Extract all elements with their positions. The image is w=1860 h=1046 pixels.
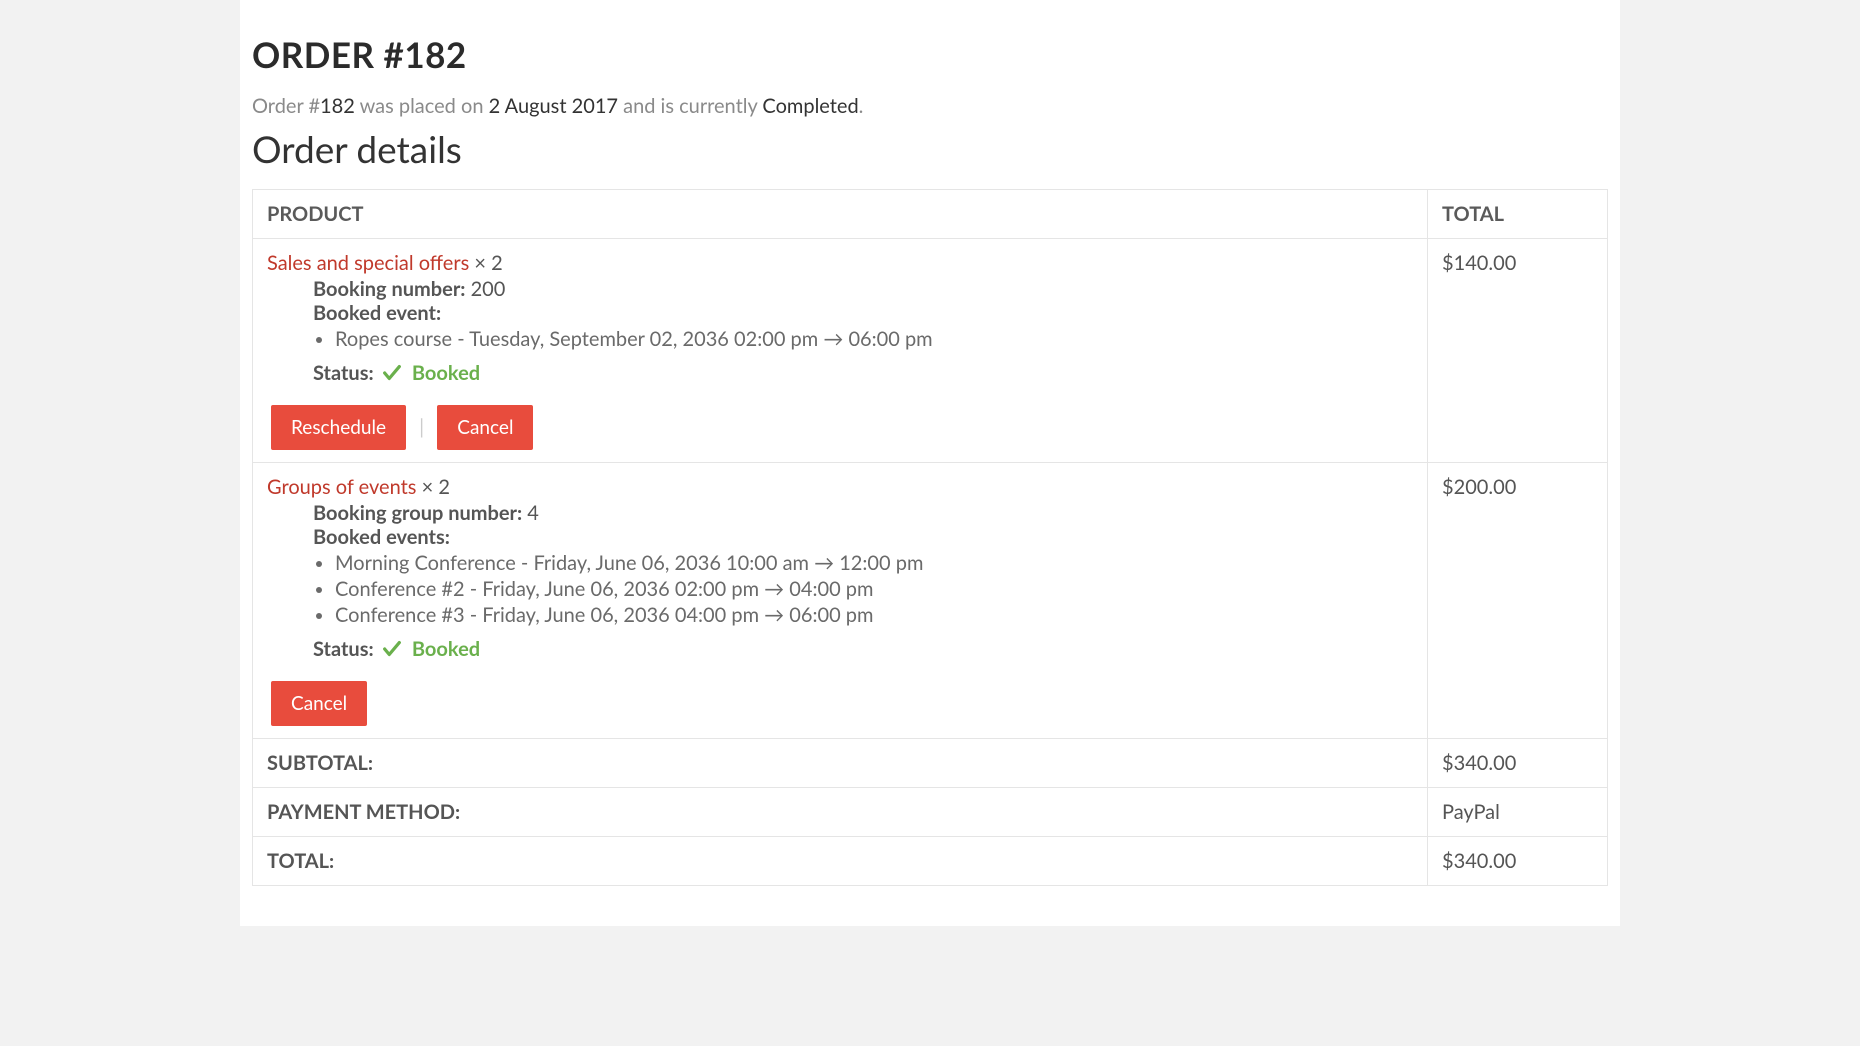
status-value: Booked [412,637,480,661]
payment-method-row: PAYMENT METHOD: PayPal [253,788,1608,837]
total-label: TOTAL: [253,837,1428,886]
order-summary: Order #182 was placed on 2 August 2017 a… [252,94,1608,118]
list-item: Ropes course - Tuesday, September 02, 20… [335,327,1413,351]
status-label: Status: [313,361,374,385]
reschedule-button[interactable]: Reschedule [271,405,406,450]
booking-details: Booking number: 200 Booked event: Ropes … [313,277,1413,385]
subtotal-value: $340.00 [1428,739,1608,788]
status-value: Booked [412,361,480,385]
total-value: $340.00 [1428,837,1608,886]
summary-mid2: and is currently [618,94,762,118]
qty-text: × 2 [469,251,502,275]
col-product: PRODUCT [253,190,1428,239]
total-row: TOTAL: $340.00 [253,837,1608,886]
product-link[interactable]: Sales and special offers [267,251,469,275]
qty-text: × 2 [416,475,449,499]
status-line: Status: Booked [313,361,1413,385]
summary-prefix: Order # [252,94,320,118]
order-number: 182 [320,94,355,118]
payment-method-value: PayPal [1428,788,1608,837]
order-status: Completed [762,94,858,118]
table-row: Groups of events × 2 Booking group numbe… [253,463,1608,739]
order-page: ORDER #182 Order #182 was placed on 2 Au… [240,0,1620,926]
product-cell: Groups of events × 2 Booking group numbe… [253,463,1428,739]
col-total: TOTAL [1428,190,1608,239]
status-label: Status: [313,637,374,661]
booking-details: Booking group number: 4 Booked events: M… [313,501,1413,661]
summary-mid1: was placed on [355,94,489,118]
summary-suffix: . [859,94,864,118]
booked-event-label: Booked event: [313,301,441,325]
cancel-button[interactable]: Cancel [271,681,367,726]
order-details-heading: Order details [252,126,1608,171]
booked-events-list: Morning Conference - Friday, June 06, 20… [335,551,1413,627]
cancel-button[interactable]: Cancel [437,405,533,450]
booking-group-number-label: Booking group number: [313,501,522,525]
payment-method-label: PAYMENT METHOD: [253,788,1428,837]
booked-events-label: Booked events: [313,525,450,549]
product-cell: Sales and special offers × 2 Booking num… [253,239,1428,463]
booking-number-label: Booking number: [313,277,465,301]
table-row: Sales and special offers × 2 Booking num… [253,239,1608,463]
line-amount: $140.00 [1442,251,1516,275]
order-date: 2 August 2017 [489,94,618,118]
amount-cell: $140.00 [1428,239,1608,463]
booking-number-value: 200 [471,277,506,301]
booking-group-number-value: 4 [527,501,539,525]
check-icon [381,638,403,660]
list-item: Conference #3 - Friday, June 06, 2036 04… [335,603,1413,627]
booked-events-list: Ropes course - Tuesday, September 02, 20… [335,327,1413,351]
action-buttons: Reschedule | Cancel [271,405,1413,450]
check-icon [381,362,403,384]
product-link[interactable]: Groups of events [267,475,416,499]
subtotal-label: SUBTOTAL: [253,739,1428,788]
action-buttons: Cancel [271,681,1413,726]
page-title: ORDER #182 [252,34,1608,76]
line-amount: $200.00 [1442,475,1516,499]
status-line: Status: Booked [313,637,1413,661]
list-item: Morning Conference - Friday, June 06, 20… [335,551,1413,575]
list-item: Conference #2 - Friday, June 06, 2036 02… [335,577,1413,601]
amount-cell: $200.00 [1428,463,1608,739]
subtotal-row: SUBTOTAL: $340.00 [253,739,1608,788]
button-separator: | [419,415,424,439]
order-items-table: PRODUCT TOTAL Sales and special offers ×… [252,189,1608,886]
